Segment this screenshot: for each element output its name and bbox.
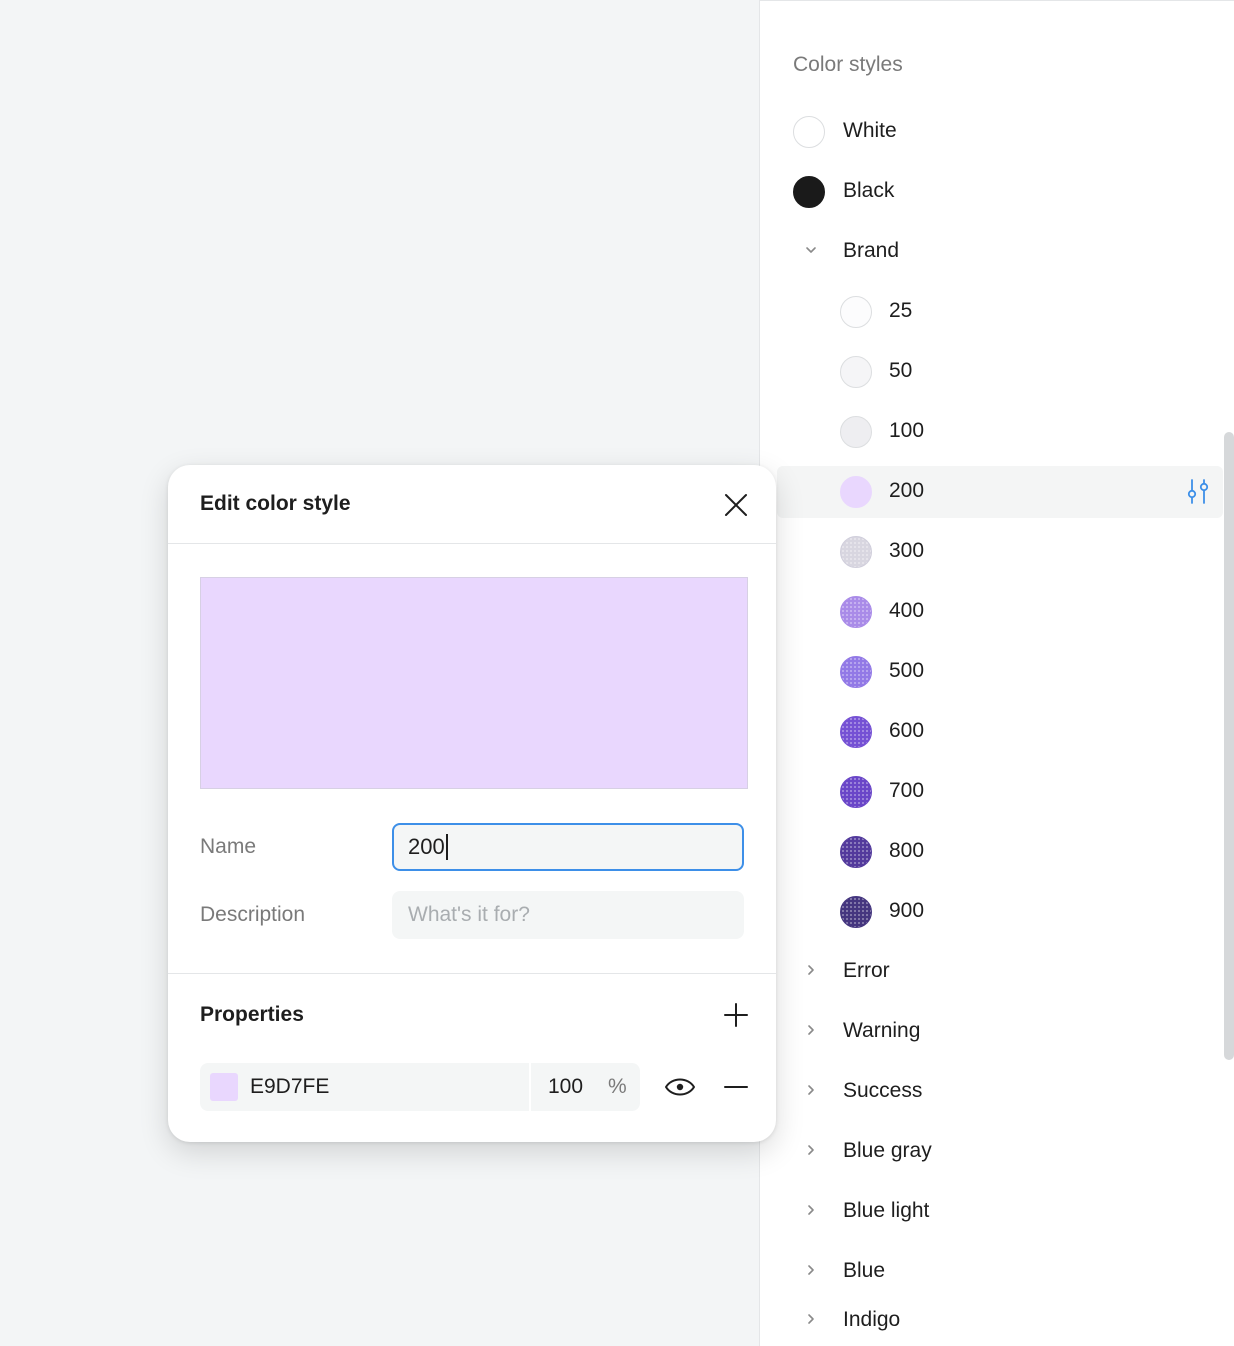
shade-label: 800: [889, 839, 925, 862]
swatch-900: [840, 896, 872, 928]
opacity-unit: %: [608, 1075, 627, 1098]
name-input[interactable]: 200: [392, 823, 744, 871]
color-preview: [200, 577, 748, 789]
dialog-title: Edit color style: [200, 492, 351, 515]
brand-shade-800[interactable]: 800: [760, 826, 1234, 878]
brand-shade-100[interactable]: 100: [760, 406, 1234, 458]
chevron-right-icon[interactable]: [803, 1202, 819, 1218]
name-input-value: 200: [408, 834, 445, 859]
style-item-white[interactable]: White: [760, 106, 1234, 158]
shade-label: 25: [889, 299, 913, 322]
group-error[interactable]: Error: [760, 946, 1234, 998]
group-label: Indigo: [843, 1308, 901, 1331]
chevron-right-icon[interactable]: [803, 1311, 819, 1327]
shade-label: 500: [889, 659, 925, 682]
remove-property-icon[interactable]: [720, 1071, 752, 1103]
brand-shade-400[interactable]: 400: [760, 586, 1234, 638]
description-input[interactable]: [392, 891, 744, 939]
swatch-300: [840, 536, 872, 568]
panel-title: Color styles: [793, 53, 903, 76]
brand-shade-200[interactable]: 200: [777, 466, 1223, 518]
section-divider: [168, 973, 776, 974]
swatch-700: [840, 776, 872, 808]
chevron-right-icon[interactable]: [803, 1142, 819, 1158]
brand-shade-300[interactable]: 300: [760, 526, 1234, 578]
brand-shade-500[interactable]: 500: [760, 646, 1234, 698]
style-item-label: Black: [843, 179, 895, 202]
style-item-label: White: [843, 119, 897, 142]
chevron-right-icon[interactable]: [803, 1082, 819, 1098]
group-brand[interactable]: Brand: [760, 226, 1234, 278]
brand-shade-50[interactable]: 50: [760, 346, 1234, 398]
chevron-right-icon[interactable]: [803, 1262, 819, 1278]
name-label: Name: [200, 835, 257, 858]
swatch-100: [840, 416, 872, 448]
swatch-400: [840, 596, 872, 628]
shade-label: 300: [889, 539, 925, 562]
group-label: Brand: [843, 239, 900, 262]
field-separator: [529, 1063, 531, 1111]
panel-scrollbar[interactable]: [1224, 432, 1234, 1060]
swatch-50: [840, 356, 872, 388]
description-label: Description: [200, 903, 306, 926]
shade-label: 400: [889, 599, 925, 622]
group-blue-light[interactable]: Blue light: [760, 1186, 1234, 1238]
group-label: Blue: [843, 1259, 886, 1282]
group-label: Blue light: [843, 1199, 930, 1222]
group-label: Error: [843, 959, 890, 982]
shade-label: 100: [889, 419, 925, 442]
swatch-600: [840, 716, 872, 748]
group-blue-gray[interactable]: Blue gray: [760, 1126, 1234, 1178]
chevron-right-icon[interactable]: [803, 1022, 819, 1038]
brand-shade-700[interactable]: 700: [760, 766, 1234, 818]
close-icon[interactable]: [720, 489, 752, 521]
color-styles-panel: Color styles White Black Brand 25 50 100…: [759, 0, 1234, 1346]
style-item-black[interactable]: Black: [760, 166, 1234, 218]
group-label: Blue gray: [843, 1139, 932, 1162]
group-label: Success: [843, 1079, 923, 1102]
brand-shade-600[interactable]: 600: [760, 706, 1234, 758]
shade-label: 700: [889, 779, 925, 802]
adjust-style-icon[interactable]: [1183, 476, 1213, 506]
edit-color-style-dialog: Edit color style Name 200 Description Pr…: [168, 465, 776, 1142]
group-success[interactable]: Success: [760, 1066, 1234, 1118]
shade-label: 900: [889, 899, 925, 922]
brand-shade-25[interactable]: 25: [760, 286, 1234, 338]
swatch-black: [793, 176, 825, 208]
dialog-header: Edit color style: [168, 465, 776, 544]
fill-property-row[interactable]: E9D7FE 100 %: [200, 1063, 640, 1111]
shade-label: 50: [889, 359, 913, 382]
fill-opacity-value[interactable]: 100: [548, 1075, 583, 1099]
group-indigo[interactable]: Indigo: [760, 1295, 1234, 1346]
eye-icon[interactable]: [662, 1071, 698, 1103]
shade-label: 600: [889, 719, 925, 742]
group-blue[interactable]: Blue: [760, 1246, 1234, 1298]
fill-hex-value[interactable]: E9D7FE: [250, 1075, 329, 1099]
group-label: Warning: [843, 1019, 921, 1042]
chevron-right-icon[interactable]: [803, 962, 819, 978]
brand-shade-900[interactable]: 900: [760, 886, 1234, 938]
shade-label: 200: [889, 479, 925, 502]
text-caret: [445, 834, 448, 860]
swatch-800: [840, 836, 872, 868]
swatch-500: [840, 656, 872, 688]
swatch-25: [840, 296, 872, 328]
properties-title: Properties: [200, 1003, 304, 1026]
swatch-200: [840, 476, 872, 508]
group-warning[interactable]: Warning: [760, 1006, 1234, 1058]
fill-swatch[interactable]: [210, 1073, 238, 1101]
swatch-white: [793, 116, 825, 148]
add-property-icon[interactable]: [720, 999, 752, 1031]
chevron-down-icon[interactable]: [803, 242, 819, 258]
